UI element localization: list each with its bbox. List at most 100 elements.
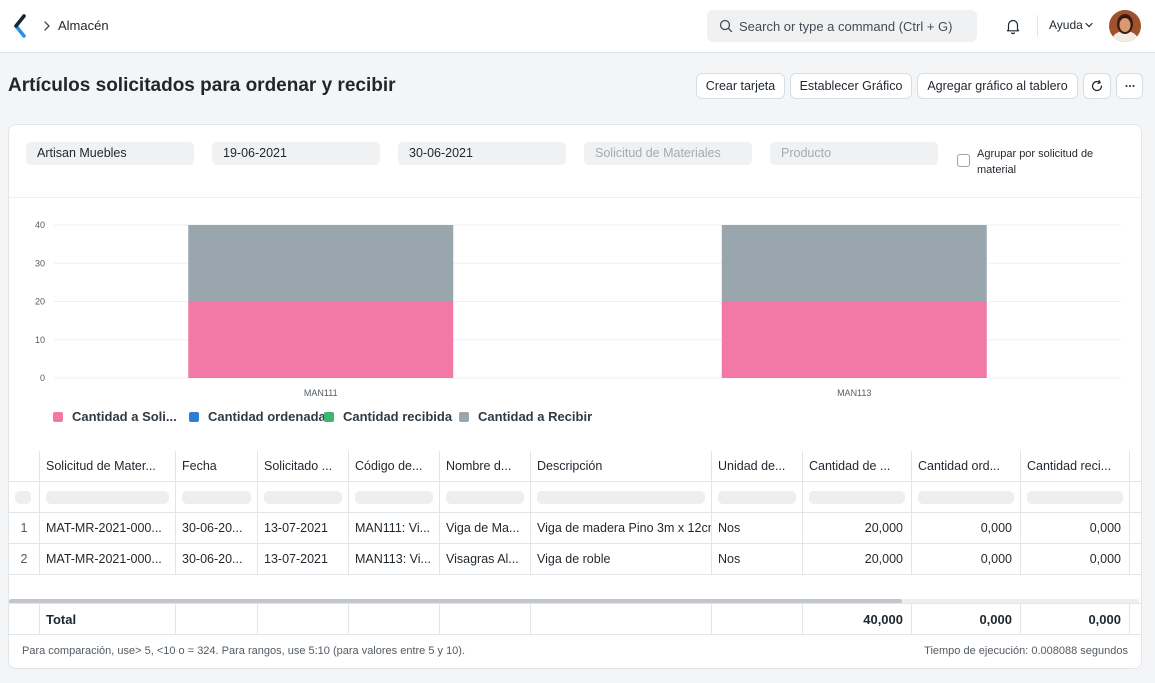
table-cell[interactable] xyxy=(1130,544,1141,574)
help-menu[interactable]: Ayuda xyxy=(1049,18,1083,32)
column-header[interactable]: Solicitud de Mater... xyxy=(40,451,176,481)
legend-swatch xyxy=(189,411,199,422)
legend-item[interactable]: Cantidad recibida xyxy=(324,409,452,424)
more-options-button[interactable] xyxy=(1116,73,1143,99)
column-filter-input[interactable] xyxy=(258,482,349,512)
search-input[interactable] xyxy=(739,10,969,42)
total-empty-cell xyxy=(531,604,712,634)
table-cell[interactable]: Viga de roble xyxy=(531,544,712,574)
y-tick-label: 20 xyxy=(35,297,45,307)
total-empty-cell xyxy=(440,604,531,634)
row-number: 1 xyxy=(9,513,40,543)
column-header[interactable] xyxy=(1130,451,1141,481)
table-cell[interactable]: MAT-MR-2021-000... xyxy=(40,544,176,574)
filter-input-pill[interactable] xyxy=(918,490,1014,504)
app-logo-icon[interactable] xyxy=(12,14,28,38)
column-filter-input[interactable] xyxy=(440,482,531,512)
from-date-filter[interactable]: 19-06-2021 xyxy=(212,142,380,165)
table-row[interactable]: 2 MAT-MR-2021-000... 30-06-20... 13-07-2021… xyxy=(9,544,1141,575)
filter-input-pill[interactable] xyxy=(264,490,342,504)
filter-input-pill[interactable] xyxy=(15,490,31,504)
table-cell[interactable]: Nos xyxy=(712,544,803,574)
legend-label: Cantidad recibida xyxy=(343,409,453,424)
column-header[interactable]: Cantidad de ... xyxy=(803,451,912,481)
column-header[interactable]: Nombre d... xyxy=(440,451,531,481)
table-cell[interactable]: Visagras Al... xyxy=(440,544,531,574)
to-date-filter[interactable]: 30-06-2021 xyxy=(398,142,566,165)
product-filter[interactable]: Producto xyxy=(770,142,938,165)
notification-bell-icon[interactable] xyxy=(1004,17,1022,35)
filter-input-pill[interactable] xyxy=(718,490,796,504)
total-qty-received: 0,000 xyxy=(1021,604,1130,634)
column-filter-input[interactable] xyxy=(712,482,803,512)
breadcrumb-chevron-icon xyxy=(44,21,50,31)
bar-man111-cantidad-a-recibir xyxy=(188,225,454,302)
table-cell[interactable]: 0,000 xyxy=(1021,513,1130,543)
column-filter-input[interactable] xyxy=(176,482,258,512)
user-avatar[interactable] xyxy=(1109,10,1141,42)
table-cell[interactable]: 0,000 xyxy=(912,544,1021,574)
table-cell[interactable]: 13-07-2021 xyxy=(258,513,349,543)
add-to-dashboard-button[interactable]: Agregar gráfico al tablero xyxy=(917,73,1078,99)
table-cell[interactable]: 0,000 xyxy=(1021,544,1130,574)
table-cell[interactable]: Nos xyxy=(712,513,803,543)
material-request-filter[interactable]: Solicitud de Materiales xyxy=(584,142,752,165)
column-header[interactable]: Cantidad ord... xyxy=(912,451,1021,481)
set-chart-button[interactable]: Establecer Gráfico xyxy=(790,73,912,99)
chevron-down-icon[interactable] xyxy=(1085,22,1093,28)
column-header[interactable]: Cantidad reci... xyxy=(1021,451,1130,481)
table-cell[interactable] xyxy=(1130,513,1141,543)
table-cell[interactable]: 20,000 xyxy=(803,544,912,574)
column-filter-input[interactable] xyxy=(531,482,712,512)
total-empty-cell xyxy=(349,604,440,634)
column-header[interactable]: Solicitado ... xyxy=(258,451,349,481)
legend-item[interactable]: Cantidad a Recibir xyxy=(459,409,592,424)
table-cell[interactable]: Viga de madera Pino 3m x 12cm xyxy=(531,513,712,543)
table-cell[interactable]: Viga de Ma... xyxy=(440,513,531,543)
column-filter-input[interactable] xyxy=(40,482,176,512)
table-cell[interactable]: 30-06-20... xyxy=(176,513,258,543)
table-row[interactable]: 1 MAT-MR-2021-000... 30-06-20... 13-07-2021… xyxy=(9,513,1141,544)
bar-chart: 0 10 20 30 40 MAN111 MAN113 xyxy=(35,220,1121,398)
table-cell[interactable]: MAT-MR-2021-000... xyxy=(40,513,176,543)
column-filter-input[interactable] xyxy=(803,482,912,512)
create-card-button[interactable]: Crear tarjeta xyxy=(696,73,785,99)
filter-input-pill[interactable] xyxy=(182,490,251,504)
filter-input-pill[interactable] xyxy=(355,490,433,504)
legend-item[interactable]: Cantidad ordenada xyxy=(189,409,326,424)
x-tick-label: MAN113 xyxy=(837,388,871,398)
column-header[interactable]: Fecha xyxy=(176,451,258,481)
total-empty-cell xyxy=(712,604,803,634)
group-by-checkbox[interactable] xyxy=(957,154,970,167)
total-row-number xyxy=(9,604,40,634)
search-bar[interactable] xyxy=(707,10,977,42)
table-cell[interactable]: 20,000 xyxy=(803,513,912,543)
column-filter-input[interactable] xyxy=(912,482,1021,512)
filter-input-pill[interactable] xyxy=(809,490,905,504)
table-total-row: Total 40,000 0,000 0,000 xyxy=(9,603,1141,635)
table-cell[interactable]: 13-07-2021 xyxy=(258,544,349,574)
column-filter-input[interactable] xyxy=(349,482,440,512)
refresh-button[interactable] xyxy=(1083,73,1111,99)
breadcrumb-almacen[interactable]: Almacén xyxy=(58,18,109,33)
column-header[interactable]: Descripción xyxy=(531,451,712,481)
filter-input-pill[interactable] xyxy=(537,490,705,504)
company-filter[interactable]: Artisan Muebles xyxy=(26,142,194,165)
column-filter-input[interactable] xyxy=(1021,482,1130,512)
filter-input-pill[interactable] xyxy=(446,490,524,504)
column-header[interactable]: Código de... xyxy=(349,451,440,481)
filter-input-pill[interactable] xyxy=(46,490,169,504)
column-filter-input[interactable] xyxy=(1130,482,1141,512)
table-cell[interactable]: 30-06-20... xyxy=(176,544,258,574)
legend-label: Cantidad ordenada xyxy=(208,409,326,424)
table-cell[interactable]: MAN111: Vi... xyxy=(349,513,440,543)
table-cell[interactable]: 0,000 xyxy=(912,513,1021,543)
total-qty-ordered: 0,000 xyxy=(912,604,1021,634)
filter-divider xyxy=(9,197,1141,198)
legend-item[interactable]: Cantidad a Soli... xyxy=(53,409,177,424)
column-header[interactable]: Unidad de... xyxy=(712,451,803,481)
table-header-row: Solicitud de Mater... Fecha Solicitado ...… xyxy=(9,451,1141,482)
total-empty-cell xyxy=(176,604,258,634)
filter-input-pill[interactable] xyxy=(1027,490,1123,504)
table-cell[interactable]: MAN113: Vi... xyxy=(349,544,440,574)
